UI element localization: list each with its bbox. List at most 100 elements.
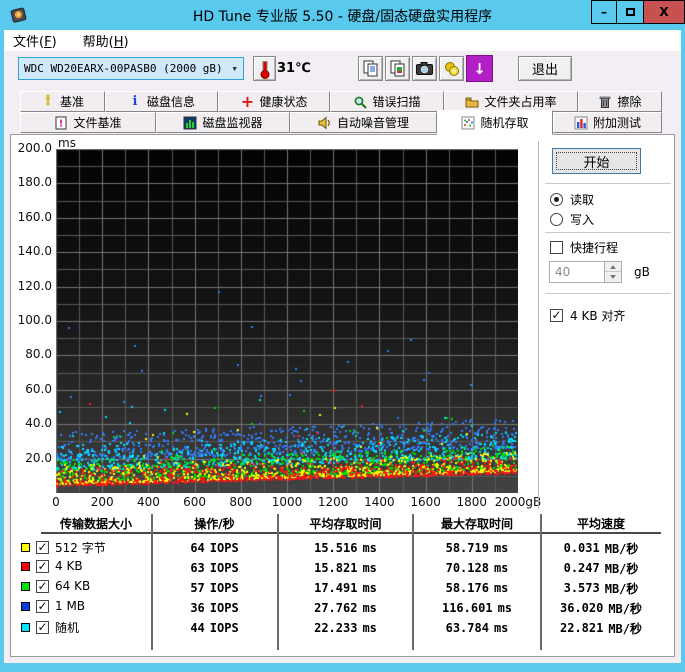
avg-speed-cell: 0.031 MB/秒 <box>563 541 639 556</box>
iops-cell: 57 IOPS <box>190 581 239 595</box>
iops-cell: 36 IOPS <box>190 601 239 615</box>
drive-select-dropdown[interactable]: WDC WD20EARX-00PASB0 (2000 gB) ▾ <box>18 57 244 80</box>
download-arrow-icon: ↓ <box>473 59 486 78</box>
align-4kb-row[interactable]: ✓ 4 KB 对齐 <box>550 307 625 324</box>
exit-button[interactable]: 退出 <box>518 56 572 81</box>
temperature-button[interactable] <box>253 56 276 81</box>
avg-speed-cell: 36.020 MB/秒 <box>559 601 643 616</box>
tab-error-scan[interactable]: 错误扫描 <box>330 91 444 112</box>
y-axis-unit-label: ms <box>58 136 76 150</box>
health-icon: + <box>240 92 255 111</box>
series-color-swatch <box>21 543 30 552</box>
col-header-max-access: 最大存取时间 <box>440 516 513 531</box>
read-radio[interactable] <box>550 193 563 206</box>
tab-health[interactable]: + 健康状态 <box>218 91 330 112</box>
avg-access-cell: 15.821 ms <box>314 561 377 575</box>
thermometer-icon <box>260 60 269 79</box>
maximize-button[interactable] <box>617 0 644 24</box>
divider <box>545 232 671 233</box>
save-button[interactable] <box>439 56 464 81</box>
tab-extra-tests[interactable]: 附加测试 <box>553 112 662 133</box>
screenshot-button[interactable] <box>412 56 437 81</box>
series-checkbox[interactable]: ✓ <box>36 541 49 554</box>
spinner-down-button[interactable] <box>605 272 621 282</box>
short-stroke-label: 快捷行程 <box>570 241 619 255</box>
iops-cell: 63 IOPS <box>190 561 239 575</box>
iops-cell: 64 IOPS <box>190 541 239 555</box>
random-access-panel: ms 20.0 40.0 60.0 80.0 100.0 120.0 140.0 160.0 1… <box>10 134 675 657</box>
max-access-cell: 116.601 ms <box>441 601 513 615</box>
start-button[interactable]: 开始 <box>552 148 641 174</box>
temperature-value: 31℃ <box>277 61 311 76</box>
col-header-avg-speed: 平均速度 <box>576 516 625 531</box>
series-color-swatch <box>21 561 30 571</box>
table-row: ✓ 1 MB <box>21 599 85 613</box>
short-stroke-value: 40 <box>555 265 571 279</box>
divider <box>545 293 671 294</box>
close-button[interactable]: X <box>644 0 685 24</box>
tab-file-benchmark[interactable]: ! 文件基准 <box>20 112 156 133</box>
avg-speed-cell: 3.573 MB/秒 <box>563 581 639 596</box>
panel-divider <box>538 141 539 509</box>
chevron-up-icon <box>610 264 616 269</box>
max-access-cell: 63.784 ms <box>445 621 509 635</box>
drive-select-value: WDC WD20EARX-00PASB0 (2000 gB) <box>24 62 223 75</box>
disk-info-icon: i <box>132 94 138 109</box>
window-title: HD Tune 专业版 5.50 - 硬盘/固态硬盘实用程序 <box>192 9 493 25</box>
minimize-button[interactable]: – <box>591 0 617 24</box>
avg-access-cell: 17.491 ms <box>314 581 377 595</box>
short-stroke-spinner[interactable]: 40 <box>549 261 622 283</box>
short-stroke-checkbox[interactable] <box>550 241 563 254</box>
table-row: ✓ 随机 <box>21 619 79 636</box>
series-checkbox[interactable]: ✓ <box>36 559 49 573</box>
series-label: 4 KB <box>55 559 83 573</box>
scatter-plot-canvas <box>56 149 518 493</box>
spinner-up-button[interactable] <box>605 262 621 272</box>
write-radio-row[interactable]: 写入 <box>550 211 594 228</box>
divider <box>545 183 671 184</box>
series-label: 64 KB <box>55 579 91 593</box>
max-access-cell: 58.176 ms <box>445 581 509 595</box>
tab-strip: ! 基准 i 磁盘信息 + 健康状态 错误扫描 文件夹占用率 擦除 ! 文件基准… <box>4 90 681 135</box>
maximize-icon <box>625 8 635 16</box>
max-access-cell: 70.128 ms <box>445 561 509 575</box>
camera-icon <box>416 62 433 75</box>
read-radio-row[interactable]: 读取 <box>550 191 594 208</box>
tab-benchmark[interactable]: ! 基准 <box>20 91 105 112</box>
write-radio-label: 写入 <box>570 213 595 227</box>
align-4kb-checkbox[interactable]: ✓ <box>550 309 563 322</box>
x-axis-tick-label: 2000gB <box>494 495 542 509</box>
short-stroke-row[interactable]: 快捷行程 <box>550 239 618 256</box>
copy-image-button[interactable] <box>385 56 410 81</box>
y-axis-tick-label: 80.0 <box>25 347 52 362</box>
series-checkbox[interactable]: ✓ <box>36 579 49 593</box>
y-axis-tick-label: 60.0 <box>25 381 52 396</box>
col-header-avg-access: 平均存取时间 <box>309 516 382 531</box>
copy-text-icon <box>363 60 377 77</box>
series-checkbox[interactable]: ✓ <box>36 599 49 613</box>
copy-text-button[interactable] <box>358 56 383 81</box>
benchmark-icon: ! <box>45 94 51 109</box>
download-button[interactable]: ↓ <box>466 55 493 82</box>
tab-disk-info[interactable]: i 磁盘信息 <box>105 91 218 112</box>
y-axis-tick-label: 180.0 <box>17 175 52 190</box>
table-row: ✓ 4 KB <box>21 559 83 573</box>
write-radio[interactable] <box>550 213 563 226</box>
tab-disk-monitor[interactable]: 磁盘监视器 <box>156 112 290 133</box>
erase-icon <box>600 96 611 108</box>
series-color-swatch <box>21 581 30 591</box>
tab-aam[interactable]: 自动噪音管理 <box>290 112 437 133</box>
tab-erase[interactable]: 擦除 <box>578 91 662 112</box>
aam-icon <box>318 115 330 130</box>
avg-speed-cell: 0.247 MB/秒 <box>563 561 639 576</box>
y-axis-tick-label: 20.0 <box>25 450 52 465</box>
menu-file[interactable]: 文件(F) <box>13 31 57 50</box>
extra-tests-icon <box>574 116 588 129</box>
chevron-down-icon <box>610 275 616 279</box>
copy-image-icon <box>390 60 404 77</box>
y-axis-tick-label: 100.0 <box>17 313 52 327</box>
tab-folder-usage[interactable]: 文件夹占用率 <box>444 91 578 112</box>
series-checkbox[interactable]: ✓ <box>36 621 49 634</box>
tab-random-access[interactable]: 随机存取 <box>437 110 553 135</box>
menu-help[interactable]: 帮助(H) <box>83 31 129 50</box>
